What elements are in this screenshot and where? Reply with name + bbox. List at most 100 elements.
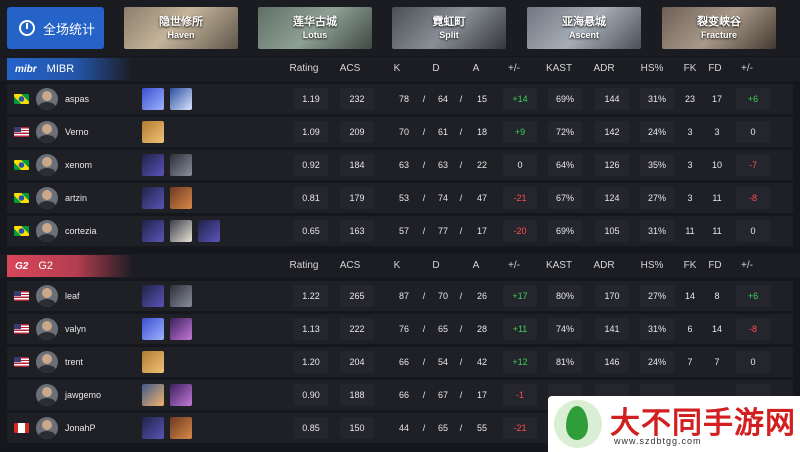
team-tag[interactable]: G2 G2 bbox=[7, 255, 133, 277]
first-deaths-value: 17 bbox=[711, 94, 722, 104]
player-name[interactable]: leaf bbox=[65, 281, 80, 311]
column-header: A bbox=[472, 63, 480, 74]
first-kills-value: 3 bbox=[687, 193, 693, 203]
kast-value: 81% bbox=[548, 351, 582, 373]
hs-value: 31% bbox=[640, 220, 674, 242]
player-name[interactable]: cortezia bbox=[65, 216, 97, 246]
kda-separator: / bbox=[422, 357, 426, 367]
acs-value: 150 bbox=[340, 417, 374, 439]
column-header: +/- bbox=[741, 63, 753, 74]
agent-jett-icon bbox=[170, 88, 192, 110]
kast-value: 69% bbox=[548, 220, 582, 242]
player-row[interactable]: xenom 0.92 184 63 63 22 0 64% 126 35% 3 10 -7 / / bbox=[7, 150, 793, 180]
rating-value: 0.90 bbox=[294, 384, 328, 406]
flag-br-icon bbox=[14, 160, 29, 170]
column-header: Rating bbox=[289, 63, 319, 74]
player-name[interactable]: artzin bbox=[65, 183, 87, 213]
adr-value: 105 bbox=[595, 220, 629, 242]
acs-value: 184 bbox=[340, 154, 374, 176]
kd-diff-value: +17 bbox=[503, 285, 537, 307]
team-name: G2 bbox=[38, 260, 54, 272]
fk-fd-diff-value: 0 bbox=[736, 220, 770, 242]
adr-value: 144 bbox=[595, 88, 629, 110]
adr-value: 124 bbox=[595, 187, 629, 209]
player-avatar bbox=[36, 187, 58, 209]
player-name[interactable]: valyn bbox=[65, 314, 86, 344]
flag-us-icon bbox=[14, 127, 29, 137]
player-avatar bbox=[36, 88, 58, 110]
map-name-zh: 亚海悬城 bbox=[562, 15, 606, 28]
player-name[interactable]: xenom bbox=[65, 150, 92, 180]
first-deaths-value: 10 bbox=[711, 160, 722, 170]
kda-separator: / bbox=[459, 390, 463, 400]
player-avatar bbox=[36, 154, 58, 176]
column-header: HS% bbox=[640, 260, 664, 271]
player-row[interactable]: trent 1.20 204 66 54 42 +12 81% 146 24% 7 7 0 / / bbox=[7, 347, 793, 377]
first-deaths-value: 11 bbox=[712, 193, 722, 203]
kd-diff-value: +9 bbox=[503, 121, 537, 143]
flag-us-icon bbox=[14, 357, 29, 367]
player-row[interactable]: Verno 1.09 209 70 61 18 +9 72% 142 24% 3 3 0 / / bbox=[7, 117, 793, 147]
assists-value: 42 bbox=[476, 357, 487, 367]
kda-separator: / bbox=[422, 94, 426, 104]
column-header: KAST bbox=[545, 63, 573, 74]
first-kills-value: 14 bbox=[684, 291, 695, 301]
watermark-url: www.szdbtgg.com bbox=[614, 436, 702, 446]
kda-separator: / bbox=[422, 193, 426, 203]
flag-br-icon bbox=[14, 193, 29, 203]
team-header-mibr: mibr MIBR Rating ACS K D A +/- KAST ADR HS% FK FD +/- bbox=[0, 57, 800, 81]
player-row[interactable]: cortezia 0.65 163 57 77 17 -20 69% 105 31% 11 11 0 / / bbox=[7, 216, 793, 246]
kda-separator: / bbox=[459, 357, 463, 367]
agent-kayo-icon bbox=[170, 154, 192, 176]
rating-value: 1.22 bbox=[294, 285, 328, 307]
top-bar: 全场统计 隐世修所 Haven 莲华古城 Lotus 霓虹町 Split 亚海悬… bbox=[0, 0, 800, 56]
kast-value: 67% bbox=[548, 187, 582, 209]
player-name[interactable]: aspas bbox=[65, 84, 89, 114]
fk-fd-diff-value: 0 bbox=[736, 351, 770, 373]
kda-separator: / bbox=[459, 127, 463, 137]
map-name-zh: 裂变峡谷 bbox=[697, 15, 741, 28]
player-name[interactable]: trent bbox=[65, 347, 83, 377]
hs-value: 27% bbox=[640, 187, 674, 209]
player-row[interactable]: valyn 1.13 222 76 65 28 +11 74% 141 31% 6 14 -8 / / bbox=[7, 314, 793, 344]
map-tab-ascent[interactable]: 亚海悬城 Ascent bbox=[527, 7, 641, 49]
team-tag[interactable]: mibr MIBR bbox=[7, 58, 133, 80]
acs-value: 163 bbox=[340, 220, 374, 242]
kast-value: 74% bbox=[548, 318, 582, 340]
map-tab-fracture[interactable]: 裂变峡谷 Fracture bbox=[662, 7, 776, 49]
column-header: D bbox=[432, 260, 440, 271]
acs-value: 188 bbox=[340, 384, 374, 406]
agent-phoenix-icon bbox=[142, 384, 164, 406]
map-name-zh: 莲华古城 bbox=[293, 15, 337, 28]
rating-value: 1.19 bbox=[294, 88, 328, 110]
kda-separator: / bbox=[422, 226, 426, 236]
adr-value: 141 bbox=[595, 318, 629, 340]
kda-separator: / bbox=[422, 160, 426, 170]
kills-value: 70 bbox=[398, 127, 409, 137]
player-name[interactable]: Verno bbox=[65, 117, 89, 147]
player-row[interactable]: leaf 1.22 265 87 70 26 +17 80% 170 27% 14 8 +6 / / bbox=[7, 281, 793, 311]
kast-value: 69% bbox=[548, 88, 582, 110]
player-avatar bbox=[36, 384, 58, 406]
player-name[interactable]: jawgemo bbox=[65, 380, 101, 410]
assists-value: 47 bbox=[476, 193, 487, 203]
kda-separator: / bbox=[422, 390, 426, 400]
kd-diff-value: -21 bbox=[503, 187, 537, 209]
kda-separator: / bbox=[459, 226, 463, 236]
hs-value: 35% bbox=[640, 154, 674, 176]
first-deaths-value: 8 bbox=[714, 291, 720, 301]
rating-value: 0.85 bbox=[294, 417, 328, 439]
map-tab-lotus[interactable]: 莲华古城 Lotus bbox=[258, 7, 372, 49]
kills-value: 66 bbox=[398, 390, 409, 400]
player-name[interactable]: JonahP bbox=[65, 413, 96, 443]
deaths-value: 74 bbox=[437, 193, 448, 203]
all-stats-button[interactable]: 全场统计 bbox=[7, 7, 104, 49]
acs-value: 179 bbox=[340, 187, 374, 209]
first-kills-value: 11 bbox=[685, 226, 695, 236]
map-name-zh: 隐世修所 bbox=[159, 15, 203, 28]
player-row[interactable]: artzin 0.81 179 53 74 47 -21 67% 124 27% 3 11 -8 / / bbox=[7, 183, 793, 213]
map-tab-split[interactable]: 霓虹町 Split bbox=[392, 7, 506, 49]
assists-value: 55 bbox=[476, 423, 487, 433]
map-tab-haven[interactable]: 隐世修所 Haven bbox=[124, 7, 238, 49]
player-row[interactable]: aspas 1.19 232 78 64 15 +14 69% 144 31% 23 17 +6 / / bbox=[7, 84, 793, 114]
